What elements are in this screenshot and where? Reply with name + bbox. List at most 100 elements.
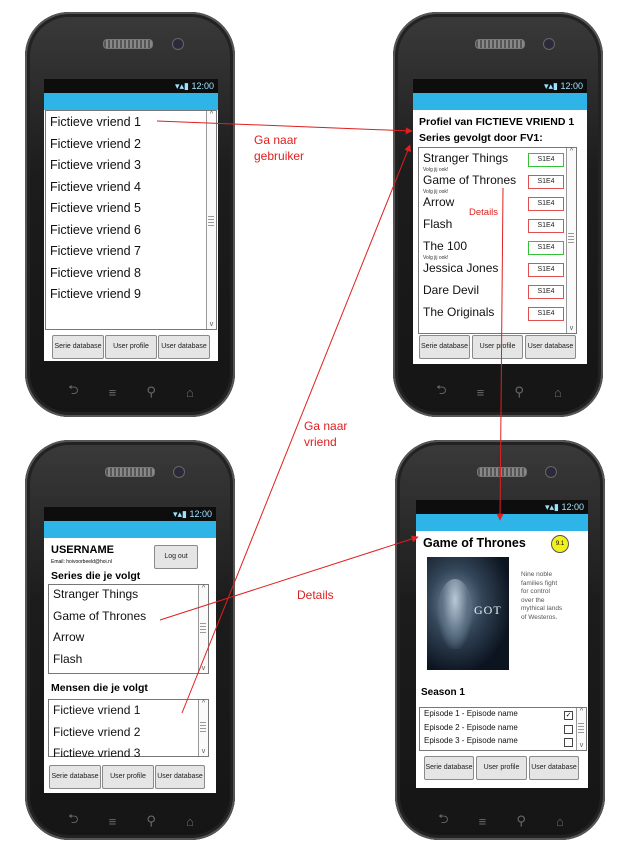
back-icon[interactable]: ⮌: [436, 381, 446, 403]
series-list-item[interactable]: Game of Thrones: [423, 173, 516, 187]
scrollbar[interactable]: ^ v: [198, 585, 208, 673]
followed-series-item[interactable]: Stranger Things: [53, 587, 138, 601]
friend-series-list[interactable]: ^ v Stranger Things S1E4 Volg jij ook! Game …: [418, 147, 577, 334]
scrollbar[interactable]: ^ v: [566, 148, 576, 333]
scroll-up-icon[interactable]: ^: [199, 700, 208, 708]
user-database-button[interactable]: User database: [529, 756, 579, 780]
scroll-up-icon[interactable]: ^: [207, 111, 216, 119]
search-icon[interactable]: ⚲: [516, 813, 526, 829]
screen-series-details: ▾▴▮ 12:00 Game of Thrones 9.1 GOT Nine n…: [416, 500, 588, 788]
friend-list-item[interactable]: Fictieve vriend 6: [50, 223, 141, 237]
logout-button[interactable]: Log out: [154, 545, 198, 569]
search-icon[interactable]: ⚲: [146, 384, 156, 400]
search-icon[interactable]: ⚲: [146, 813, 156, 829]
followed-series-item[interactable]: Game of Thrones: [53, 609, 146, 623]
friend-list-item[interactable]: Fictieve vriend 3: [50, 158, 141, 172]
user-database-button[interactable]: User database: [525, 335, 576, 359]
friends-list[interactable]: ^ v Fictieve vriend 1 Fictieve vriend 2 Fic…: [45, 110, 217, 330]
home-icon[interactable]: ⌂: [554, 385, 562, 400]
scroll-down-icon[interactable]: v: [199, 748, 208, 756]
phone-user-profile: ▾▴▮ 12:00 USERNAME Email: hoivoorbeeld@h…: [25, 440, 235, 840]
episode-progress-badge[interactable]: S1E4: [528, 263, 564, 277]
menu-icon[interactable]: ≡: [479, 814, 487, 829]
scrollbar[interactable]: ^ v: [576, 708, 586, 750]
back-icon[interactable]: ⮌: [68, 381, 78, 403]
episode-progress-badge[interactable]: S1E4: [528, 175, 564, 189]
friend-list-item[interactable]: Fictieve vriend 1: [50, 115, 141, 129]
back-icon[interactable]: ⮌: [68, 810, 78, 832]
followed-series-item[interactable]: Arrow: [53, 630, 84, 644]
scrollbar[interactable]: ^ v: [206, 111, 216, 329]
screen-user-profile: ▾▴▮ 12:00 USERNAME Email: hoivoorbeeld@h…: [44, 507, 216, 793]
episode-progress-badge[interactable]: S1E4: [528, 241, 564, 255]
series-list-item[interactable]: The 100: [423, 239, 467, 253]
scrollbar[interactable]: ^ v: [198, 700, 208, 756]
user-profile-button[interactable]: User profile: [102, 765, 154, 789]
scroll-up-icon[interactable]: ^: [199, 585, 208, 593]
scroll-up-icon[interactable]: ^: [577, 708, 586, 716]
series-list-item[interactable]: Stranger Things: [423, 151, 508, 165]
episode-watched-checkbox[interactable]: ✓: [564, 711, 573, 720]
user-profile-button[interactable]: User profile: [476, 756, 527, 780]
followed-person-item[interactable]: Fictieve vriend 1: [53, 703, 140, 717]
series-list-item[interactable]: Jessica Jones: [423, 261, 498, 275]
user-profile-button[interactable]: User profile: [105, 335, 157, 359]
scroll-grip[interactable]: [568, 233, 574, 243]
episode-watched-checkbox[interactable]: [564, 738, 573, 747]
series-list-item[interactable]: The Originals: [423, 305, 494, 319]
scroll-down-icon[interactable]: v: [207, 321, 216, 329]
scroll-down-icon[interactable]: v: [577, 742, 586, 750]
friend-list-item[interactable]: Fictieve vriend 5: [50, 201, 141, 215]
episode-progress-badge[interactable]: S1E4: [528, 197, 564, 211]
username: USERNAME: [51, 544, 114, 556]
speaker: [475, 39, 525, 49]
home-icon[interactable]: ⌂: [186, 814, 194, 829]
annotation-go-to-friend: Ga naar vriend: [304, 418, 347, 450]
annotation-details-big: Details: [297, 588, 334, 602]
followed-person-item[interactable]: Fictieve vriend 3: [53, 746, 140, 760]
episode-progress-badge[interactable]: S1E4: [528, 153, 564, 167]
friend-list-item[interactable]: Fictieve vriend 4: [50, 180, 141, 194]
scroll-grip[interactable]: [208, 216, 214, 226]
episode-watched-checkbox[interactable]: [564, 724, 573, 734]
followed-series-item[interactable]: Flash: [53, 652, 82, 666]
app-bar: [413, 93, 587, 110]
scroll-grip[interactable]: [200, 722, 206, 732]
scroll-grip[interactable]: [200, 623, 206, 633]
series-list-item[interactable]: Arrow: [423, 195, 454, 209]
episode-list-item[interactable]: Episode 1 - Episode name: [424, 709, 518, 718]
serie-database-button[interactable]: Serie database: [52, 335, 104, 359]
friend-list-item[interactable]: Fictieve vriend 2: [50, 137, 141, 151]
followed-people-list[interactable]: ^ v Fictieve vriend 1 Fictieve vriend 2 Fic…: [48, 699, 209, 760]
user-profile-button[interactable]: User profile: [472, 335, 523, 359]
friend-list-item[interactable]: Fictieve vriend 8: [50, 266, 141, 280]
home-icon[interactable]: ⌂: [186, 385, 194, 400]
home-icon[interactable]: ⌂: [556, 814, 564, 829]
serie-database-button[interactable]: Serie database: [49, 765, 101, 789]
friend-list-item[interactable]: Fictieve vriend 9: [50, 287, 141, 301]
episode-list-item[interactable]: Episode 2 - Episode name: [424, 723, 518, 732]
menu-icon[interactable]: ≡: [109, 814, 117, 829]
menu-icon[interactable]: ≡: [109, 385, 117, 400]
episode-progress-badge[interactable]: S1E4: [528, 307, 564, 321]
episode-list-item[interactable]: Episode 3 - Episode name: [424, 736, 518, 745]
friend-list-item[interactable]: Fictieve vriend 7: [50, 244, 141, 258]
user-database-button[interactable]: User database: [158, 335, 210, 359]
serie-database-button[interactable]: Serie database: [424, 756, 474, 780]
series-list-item[interactable]: Flash: [423, 217, 452, 231]
scroll-down-icon[interactable]: v: [199, 665, 208, 673]
scroll-down-icon[interactable]: v: [567, 325, 576, 333]
search-icon[interactable]: ⚲: [514, 384, 524, 400]
followed-series-list[interactable]: ^ v Stranger Things Game of Thrones Arrow Fl…: [48, 584, 209, 674]
series-list-item[interactable]: Dare Devil: [423, 283, 479, 297]
back-icon[interactable]: ⮌: [438, 810, 448, 832]
user-database-button[interactable]: User database: [155, 765, 205, 789]
followed-person-item[interactable]: Fictieve vriend 2: [53, 725, 140, 739]
episode-progress-badge[interactable]: S1E4: [528, 219, 564, 233]
scroll-grip[interactable]: [578, 723, 584, 733]
episode-list[interactable]: ^ v Episode 1 - Episode name ✓ Episode 2 - …: [419, 707, 587, 751]
serie-database-button[interactable]: Serie database: [419, 335, 470, 359]
episode-progress-badge[interactable]: S1E4: [528, 285, 564, 299]
menu-icon[interactable]: ≡: [477, 385, 485, 400]
scroll-up-icon[interactable]: ^: [567, 148, 576, 156]
